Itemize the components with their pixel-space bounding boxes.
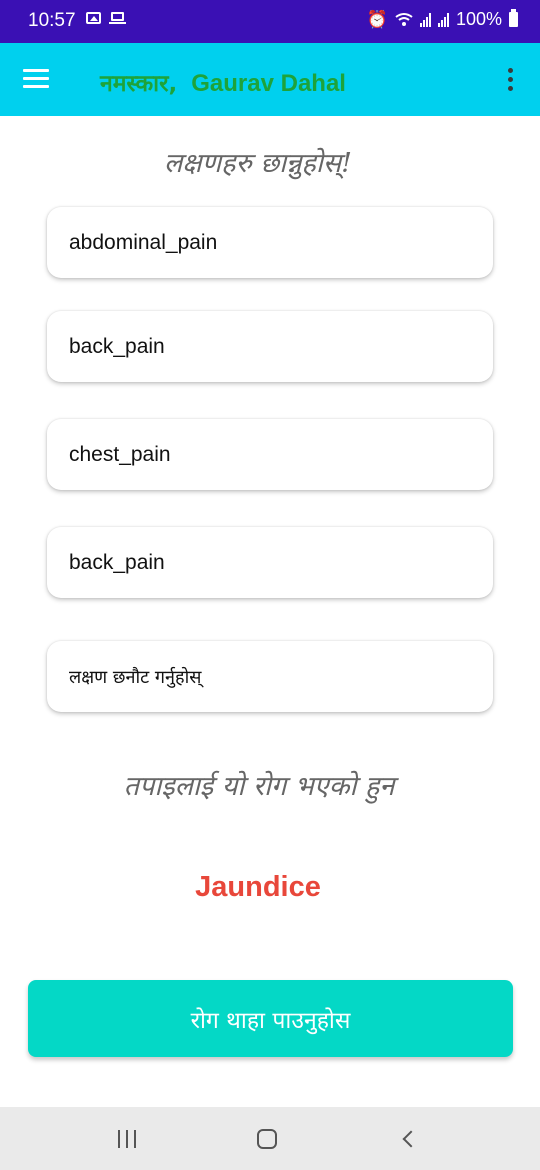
battery-icon (509, 9, 518, 27)
predict-button[interactable]: रोग थाहा पाउनुहोस (28, 980, 513, 1057)
page-heading: लक्षणहरु छान्नुहोस्! (164, 148, 352, 179)
gallery-icon (86, 12, 101, 24)
more-options-icon[interactable] (505, 68, 517, 92)
greeting: नमस्कार, Gaurav Dahal (100, 66, 346, 98)
status-bar: 10:57 ⏰ 100% (0, 0, 540, 43)
predicted-disease: Jaundice (195, 871, 321, 903)
recents-icon[interactable] (118, 1130, 138, 1148)
menu-icon[interactable] (23, 69, 49, 89)
wifi-icon (395, 13, 413, 26)
app-bar: नमस्कार, Gaurav Dahal (0, 43, 540, 116)
symptom-dropdown-1[interactable]: abdominal_pain (47, 207, 493, 278)
greeting-text: नमस्कार, (100, 71, 178, 97)
symptom-dropdown-4[interactable]: back_pain (47, 527, 493, 598)
signal-icon (419, 12, 431, 27)
alarm-icon: ⏰ (366, 9, 388, 29)
result-label: तपाइलाई यो रोग भएको हुन (123, 771, 395, 802)
symptom-dropdown-2[interactable]: back_pain (47, 311, 493, 382)
home-icon[interactable] (257, 1129, 277, 1149)
back-icon[interactable] (399, 1129, 419, 1149)
symptom-dropdown-3[interactable]: chest_pain (47, 419, 493, 490)
navigation-bar (0, 1107, 540, 1170)
user-name: Gaurav Dahal (191, 70, 346, 97)
symptom-dropdown-5[interactable]: लक्षण छनौट गर्नुहोस् (47, 641, 493, 712)
battery-percent: 100% (455, 9, 502, 29)
signal-icon (437, 12, 449, 27)
laptop-icon (109, 12, 126, 25)
status-time: 10:57 (28, 10, 76, 31)
